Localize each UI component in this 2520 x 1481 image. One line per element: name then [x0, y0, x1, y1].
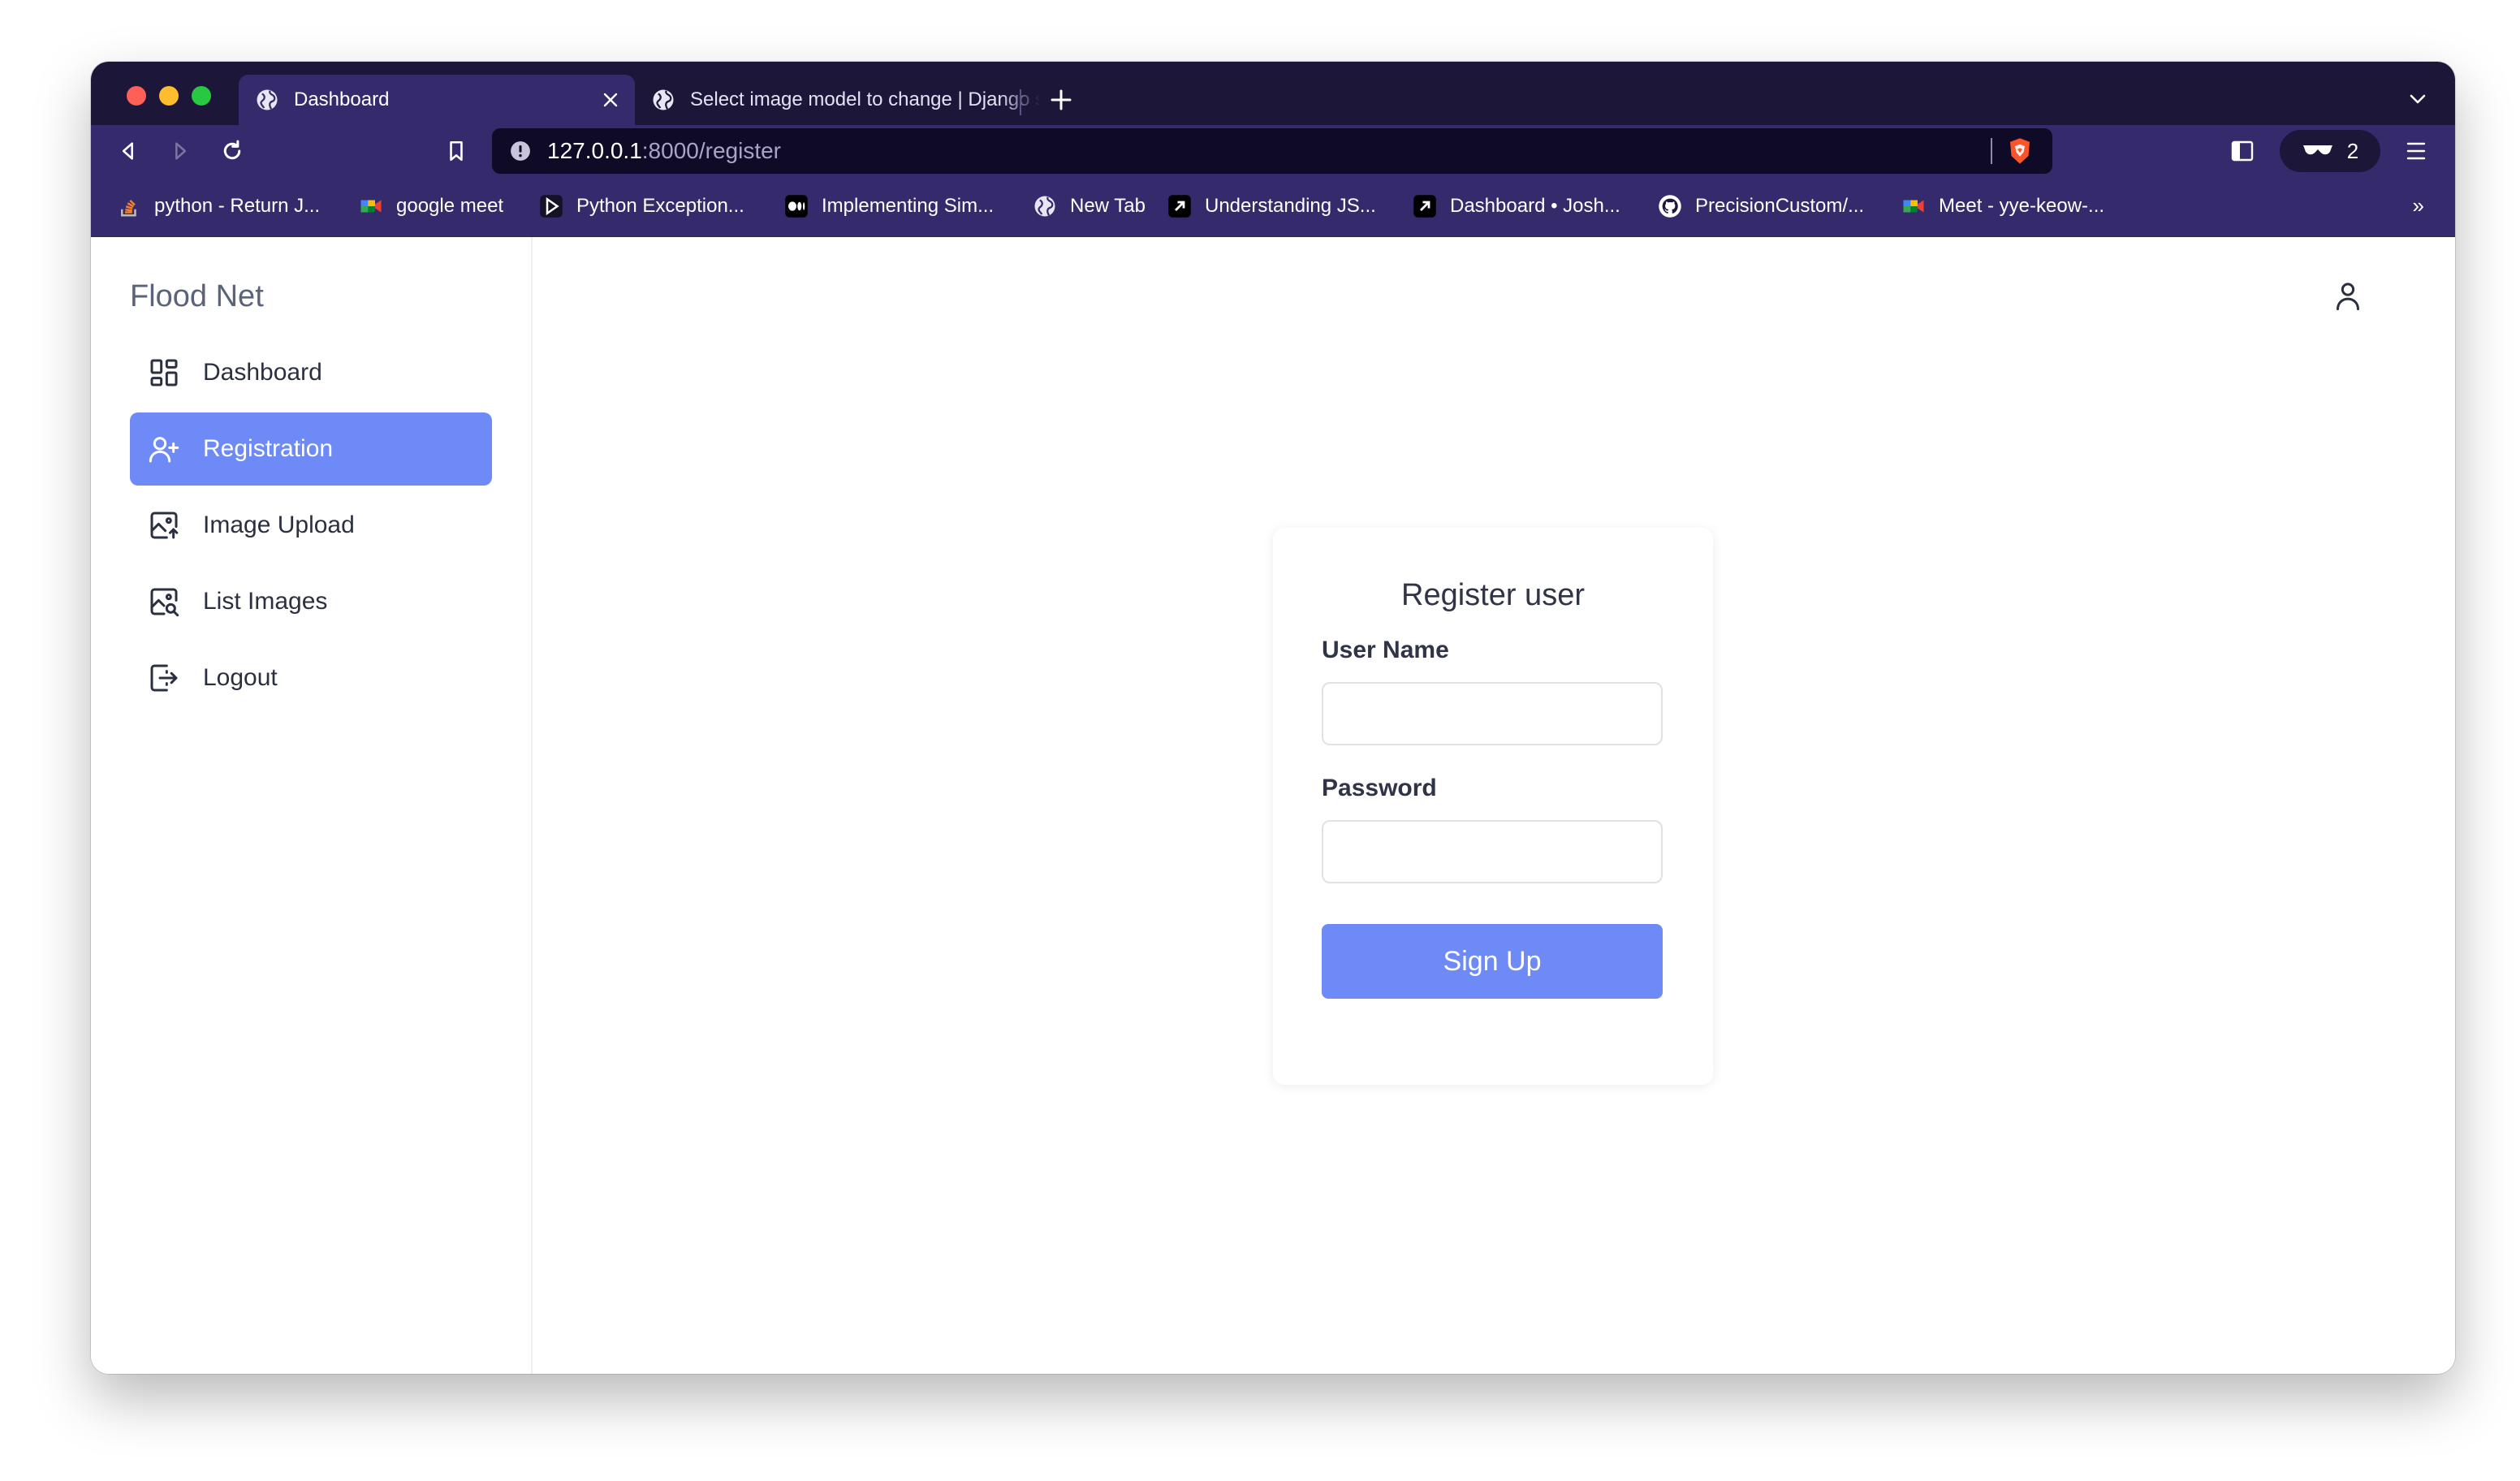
sidebar-item-label: Image Upload: [203, 512, 355, 538]
back-arrow-icon: [122, 142, 133, 160]
logout-icon: [150, 664, 178, 692]
google-meet-icon: [1903, 200, 1924, 213]
arrow-link-icon: [1413, 195, 1436, 218]
sidebar-toggle-button[interactable]: [2223, 132, 2262, 171]
vpn-count: 2: [2346, 138, 2359, 163]
web-page: Flood Net Dashboard Registration Image U…: [91, 237, 2455, 1374]
zoom-window-button[interactable]: [192, 86, 211, 106]
bookmark-label: New Tab: [1070, 195, 1146, 217]
github-icon: [1659, 195, 1681, 218]
bookmark-label: Dashboard • Josh...: [1450, 195, 1620, 217]
tab-separator: [1020, 89, 1021, 115]
sidebar-item-list-images[interactable]: List Images: [130, 565, 492, 638]
password-input[interactable]: [1322, 820, 1663, 883]
tab-list-button[interactable]: [2401, 83, 2434, 115]
username-input[interactable]: [1322, 682, 1663, 745]
url-path: :8000/register: [641, 138, 781, 163]
bookmark-label: Understanding JS...: [1205, 195, 1376, 217]
bookmark-item[interactable]: Meet - yye-keow-...: [1901, 193, 2104, 219]
bookmark-item[interactable]: google meet: [359, 193, 503, 219]
minimize-window-button[interactable]: [159, 86, 179, 106]
bookmark-item[interactable]: python - Return J...: [117, 193, 320, 219]
bookmark-label: PrecisionCustom/...: [1695, 195, 1865, 217]
back-button[interactable]: [109, 132, 148, 171]
medium-icon: [785, 195, 808, 218]
bookmark-label: Implementing Sim...: [822, 195, 995, 217]
reload-icon: [223, 140, 241, 160]
google-meet-icon: [360, 200, 382, 213]
address-bar[interactable]: 127.0.0.1:8000/register: [492, 128, 2052, 174]
more-bookmarks-button[interactable]: »: [2413, 193, 2424, 218]
sidebar-icon: [2231, 140, 2254, 162]
bookmark-button[interactable]: [437, 132, 476, 171]
user-plus-icon: [149, 437, 179, 463]
sidebar-item-image-upload[interactable]: Image Upload: [130, 489, 492, 562]
dashboard-icon: [150, 359, 178, 386]
arrow-link-icon: [1168, 195, 1191, 218]
play-icon: [540, 195, 563, 218]
tab-title: Select image model to change | Django si…: [690, 89, 1041, 110]
username-label: User Name: [1322, 637, 1449, 663]
bookmark-item[interactable]: Dashboard • Josh...: [1413, 193, 1620, 219]
sidebar-item-dashboard[interactable]: Dashboard: [130, 336, 492, 409]
bookmark-label: Python Exception...: [576, 195, 744, 217]
menu-button[interactable]: [2397, 132, 2436, 171]
glasses-icon: [2302, 145, 2332, 155]
forward-button[interactable]: [161, 132, 200, 171]
url-host: 127.0.0.1: [547, 138, 642, 163]
bookmark-item[interactable]: Python Exception...: [539, 193, 744, 219]
close-window-button[interactable]: [127, 86, 146, 106]
bookmark-item[interactable]: Understanding JS...: [1167, 193, 1376, 219]
sidebar-item-label: List Images: [203, 588, 328, 615]
bookmark-icon: [450, 140, 463, 162]
globe-icon: [1034, 196, 1055, 217]
plus-icon: [1051, 89, 1072, 110]
reload-button[interactable]: [213, 132, 252, 171]
tab-title: Dashboard: [294, 89, 390, 110]
form-title: Register user: [1401, 578, 1585, 612]
sidebar-item-registration[interactable]: Registration: [130, 412, 492, 486]
bookmark-label: google meet: [396, 195, 504, 217]
bookmarks-bar: python - Return J... google meet Python …: [91, 175, 2455, 237]
url-text[interactable]: 127.0.0.1:8000/register: [547, 138, 781, 164]
vpn-button[interactable]: 2: [2280, 130, 2380, 172]
brand-title: Flood Net: [130, 279, 264, 313]
bookmark-item[interactable]: Implementing Sim...: [784, 193, 994, 219]
sidebar-item-label: Registration: [203, 435, 334, 462]
bookmark-item[interactable]: PrecisionCustom/...: [1658, 193, 1864, 219]
sidebar-item-label: Logout: [203, 664, 278, 691]
browser-toolbar: 127.0.0.1:8000/register 2: [91, 125, 2455, 175]
tab-dashboard[interactable]: Dashboard: [239, 75, 635, 125]
tab-django-admin[interactable]: Select image model to change | Django si…: [635, 75, 1041, 125]
register-card: Register user User Name Password Sign Up: [1273, 528, 1713, 1085]
globe-icon: [653, 89, 674, 110]
chevron-down-icon: [2410, 94, 2426, 104]
site-info-icon[interactable]: [510, 140, 531, 162]
bookmark-label: Meet - yye-keow-...: [1939, 195, 2105, 217]
address-divider: [1991, 138, 1992, 164]
sidebar-item-label: Dashboard: [203, 359, 322, 386]
sidebar: Flood Net Dashboard Registration Image U…: [91, 237, 533, 1374]
close-tab-icon[interactable]: [594, 84, 627, 116]
hamburger-menu-icon: [2406, 142, 2426, 160]
forward-arrow-icon: [175, 142, 187, 160]
bookmark-label: python - Return J...: [154, 195, 321, 217]
tab-strip: Dashboard Select image model to change |…: [91, 62, 2455, 125]
sign-up-button[interactable]: Sign Up: [1322, 924, 1663, 999]
user-profile-icon[interactable]: [2332, 279, 2364, 312]
brave-shields-icon[interactable]: [2005, 136, 2035, 166]
stackoverflow-icon: [121, 199, 136, 217]
password-label: Password: [1322, 775, 1437, 801]
bookmark-item[interactable]: New Tab: [1033, 193, 1146, 219]
globe-icon: [257, 89, 278, 110]
browser-window: Dashboard Select image model to change |…: [91, 62, 2455, 1374]
image-upload-icon: [150, 512, 179, 539]
image-search-icon: [150, 588, 179, 617]
sidebar-item-logout[interactable]: Logout: [130, 641, 492, 715]
new-tab-button[interactable]: [1041, 80, 1081, 120]
